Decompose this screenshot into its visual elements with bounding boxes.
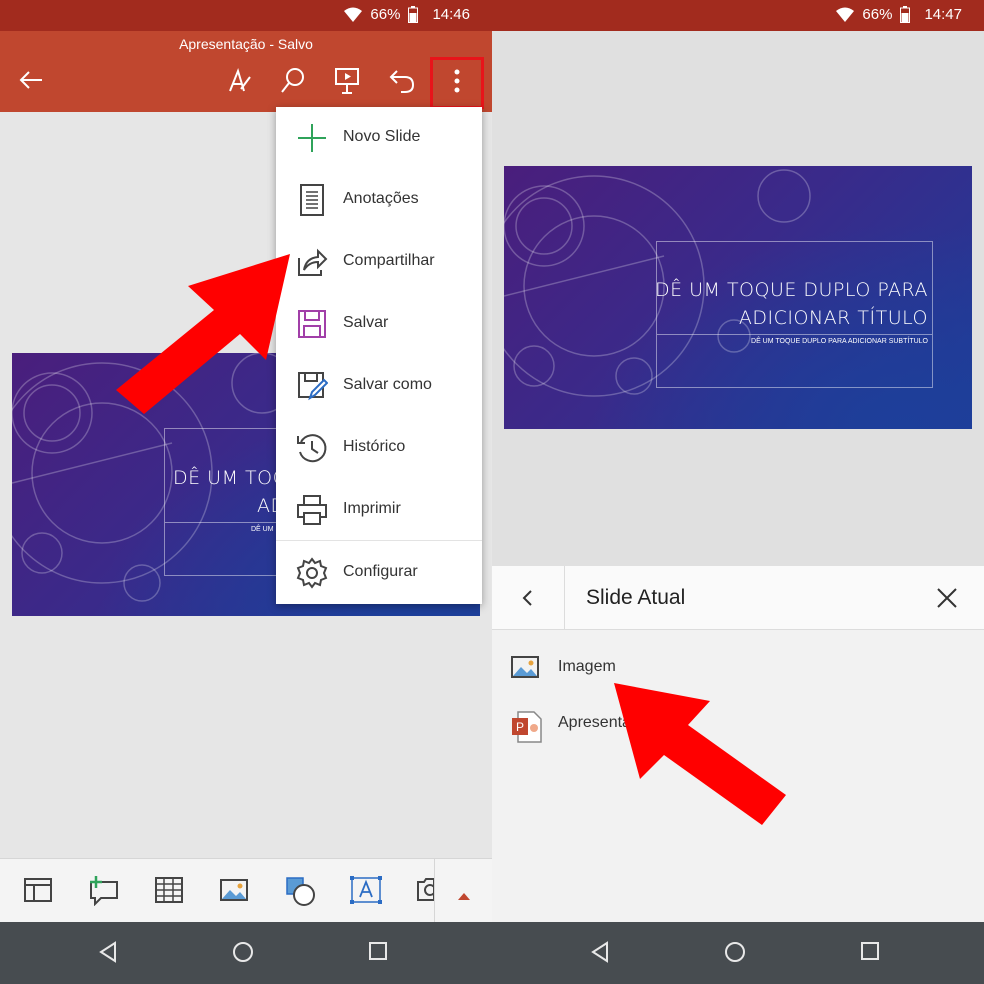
slide-subtitle: DÊ UM TOQUE DUPLO PARA ADICIONAR SUBTÍTU… bbox=[751, 338, 928, 345]
status-bar: 66% 14:46 bbox=[0, 0, 492, 31]
history-icon bbox=[296, 432, 328, 464]
chevron-left-icon[interactable] bbox=[522, 590, 532, 611]
option-image[interactable]: Imagem bbox=[492, 642, 984, 698]
nav-home-icon[interactable] bbox=[724, 941, 746, 968]
toolbar-divider bbox=[434, 859, 435, 923]
table-icon[interactable] bbox=[154, 876, 184, 909]
android-nav-bar bbox=[492, 922, 984, 984]
powerpoint-icon: P bbox=[510, 710, 542, 749]
panel-title: Slide Atual bbox=[586, 586, 686, 609]
nav-recents-icon[interactable] bbox=[861, 942, 879, 965]
menu-item-label: Imprimir bbox=[343, 500, 401, 517]
picture-icon[interactable] bbox=[219, 876, 249, 909]
option-label: Apresenta bbox=[558, 714, 631, 731]
slide-title-line1: DÊ UM TOQUE DUPLO PARA bbox=[654, 279, 928, 301]
wifi-icon bbox=[344, 7, 363, 22]
print-icon bbox=[296, 494, 328, 526]
menu-item-share[interactable]: Compartilhar bbox=[276, 231, 482, 293]
overflow-menu: Novo Slide Anotações Compartilhar Salvar… bbox=[276, 107, 482, 604]
svg-text:P: P bbox=[516, 720, 524, 734]
right-screen: 66% 14:47 DÊ UM TOQUE DUPLO PARA ADICION… bbox=[492, 0, 984, 984]
share-panel: Slide Atual Imagem P Apresenta bbox=[492, 566, 984, 922]
camera-icon[interactable] bbox=[416, 876, 436, 909]
slide-title-box[interactable]: DÊ UM TOQUE DUPLO PARA ADICIONAR TÍTULO … bbox=[654, 241, 933, 388]
image-icon bbox=[510, 654, 540, 685]
battery-icon bbox=[900, 6, 911, 23]
left-screen: 66% 14:46 Apresentação - Salvo DÊ UM TOC… bbox=[0, 0, 492, 984]
menu-item-label: Histórico bbox=[343, 438, 406, 455]
plus-icon bbox=[296, 122, 328, 154]
menu-item-label: Salvar como bbox=[343, 376, 432, 393]
menu-item-print[interactable]: Imprimir bbox=[276, 479, 482, 541]
menu-item-history[interactable]: Histórico bbox=[276, 417, 482, 479]
highlight-box bbox=[430, 57, 484, 109]
battery-percent: 66% bbox=[862, 6, 893, 23]
nav-back-icon[interactable] bbox=[98, 940, 118, 969]
new-comment-icon[interactable] bbox=[87, 876, 119, 911]
text-box-icon[interactable] bbox=[350, 876, 382, 909]
undo-icon[interactable] bbox=[389, 67, 415, 100]
save-icon bbox=[296, 308, 328, 340]
status-bar: 66% 14:47 bbox=[492, 0, 984, 31]
close-icon[interactable] bbox=[937, 588, 957, 613]
clock: 14:46 bbox=[432, 6, 470, 23]
wifi-icon bbox=[836, 7, 855, 22]
slide-title-line1: DÊ UM TOC bbox=[173, 467, 287, 489]
pen-icon[interactable] bbox=[226, 67, 252, 100]
notes-icon bbox=[296, 184, 328, 216]
menu-item-save-as[interactable]: Salvar como bbox=[276, 355, 482, 417]
menu-item-label: Novo Slide bbox=[343, 128, 421, 145]
back-arrow-icon[interactable] bbox=[18, 69, 44, 96]
panel-header: Slide Atual bbox=[492, 566, 984, 630]
menu-item-save[interactable]: Salvar bbox=[276, 293, 482, 355]
app-bar: Apresentação - Salvo bbox=[0, 31, 492, 112]
share-icon bbox=[296, 246, 328, 278]
battery-icon bbox=[408, 6, 419, 23]
menu-item-new-slide[interactable]: Novo Slide bbox=[276, 107, 482, 169]
menu-divider bbox=[276, 540, 482, 541]
nav-recents-icon[interactable] bbox=[369, 942, 387, 965]
search-icon[interactable] bbox=[280, 67, 306, 100]
collapse-up-icon[interactable] bbox=[457, 887, 471, 905]
document-title: Apresentação - Salvo bbox=[179, 36, 313, 52]
nav-home-icon[interactable] bbox=[232, 941, 254, 968]
slide-title-line2: ADICIONAR TÍTULO bbox=[738, 307, 928, 329]
present-icon[interactable] bbox=[334, 67, 360, 100]
option-presentation[interactable]: P Apresenta bbox=[492, 698, 984, 754]
shapes-icon[interactable] bbox=[285, 876, 317, 913]
menu-item-settings[interactable]: Configurar bbox=[276, 542, 482, 604]
slide-canvas[interactable]: DÊ UM TOQUE DUPLO PARA ADICIONAR TÍTULO … bbox=[504, 166, 972, 429]
menu-item-label: Anotações bbox=[343, 190, 419, 207]
nav-back-icon[interactable] bbox=[590, 940, 610, 969]
menu-item-label: Configurar bbox=[343, 563, 418, 580]
menu-item-label: Salvar bbox=[343, 314, 389, 331]
option-label: Imagem bbox=[558, 658, 616, 675]
layout-icon[interactable] bbox=[23, 876, 53, 909]
menu-item-label: Compartilhar bbox=[343, 252, 435, 269]
gear-icon bbox=[296, 557, 328, 589]
android-nav-bar bbox=[0, 922, 492, 984]
clock: 14:47 bbox=[924, 6, 962, 23]
save-as-icon bbox=[296, 370, 329, 402]
menu-item-notes[interactable]: Anotações bbox=[276, 169, 482, 231]
bottom-toolbar bbox=[0, 858, 492, 923]
slide-subtitle: DÊ UM bbox=[251, 526, 274, 533]
battery-percent: 66% bbox=[370, 6, 401, 23]
